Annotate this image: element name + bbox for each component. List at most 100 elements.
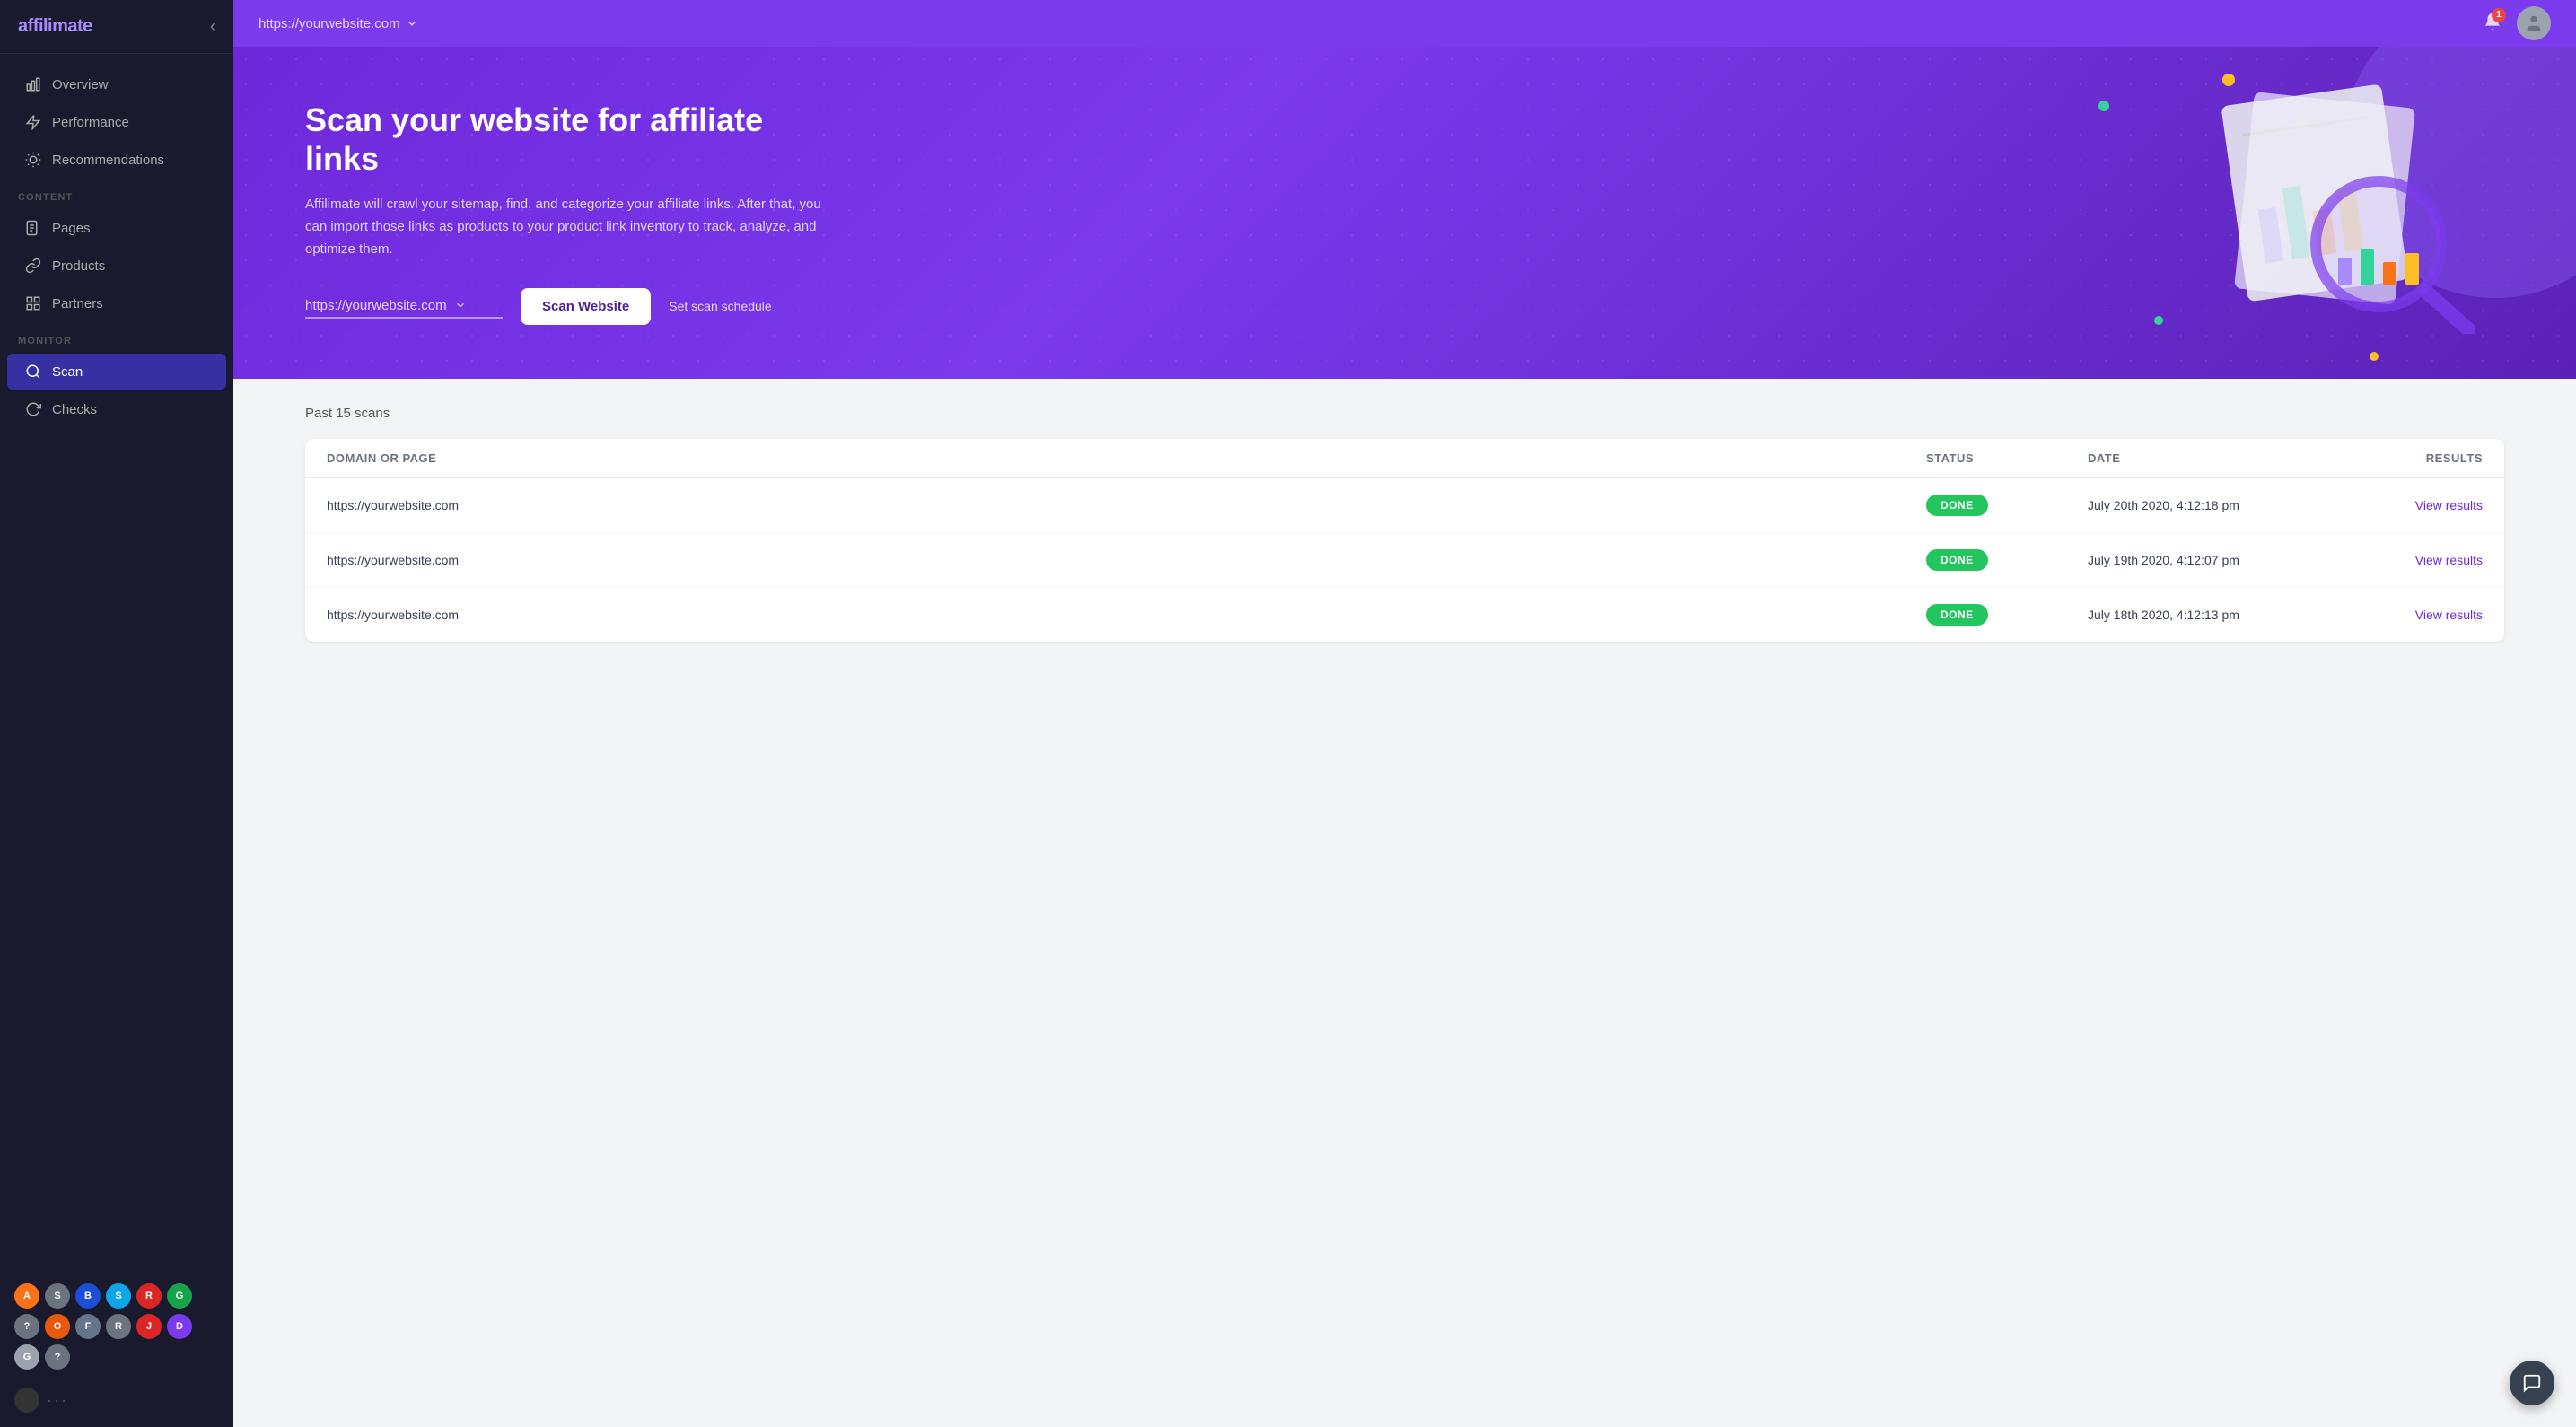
- hero-illustration: [2181, 65, 2486, 338]
- sidebar-item-label: Scan: [52, 364, 83, 380]
- status-badge: DONE: [1926, 495, 1988, 516]
- chevron-down-icon: [454, 299, 467, 311]
- bar-chart-icon: [25, 76, 41, 92]
- sidebar-item-partners[interactable]: Partners: [7, 285, 226, 321]
- sidebar-item-label: Overview: [52, 77, 109, 92]
- sidebar-item-performance[interactable]: Performance: [7, 104, 226, 140]
- hero-url-text: https://yourwebsite.com: [305, 298, 447, 313]
- view-results-link[interactable]: View results: [2415, 608, 2483, 622]
- sidebar-item-overview[interactable]: Overview: [7, 66, 226, 102]
- results-section-title: Past 15 scans: [305, 406, 2504, 421]
- partner-icon-s1[interactable]: S: [45, 1283, 70, 1309]
- table-row: https://yourwebsite.com DONE July 19th 2…: [305, 533, 2504, 588]
- app-logo: affilimate: [18, 16, 92, 37]
- sidebar-item-products[interactable]: Products: [7, 248, 226, 284]
- sidebar-item-label: Products: [52, 258, 105, 274]
- partner-icon-r2[interactable]: R: [106, 1314, 131, 1339]
- hero-dot-yellow2: [2370, 352, 2379, 361]
- sidebar-header: affilimate ‹: [0, 0, 233, 54]
- sun-icon: [25, 152, 41, 168]
- table-row: https://yourwebsite.com DONE July 20th 2…: [305, 478, 2504, 533]
- grid-icon: [25, 295, 41, 311]
- scan-date: July 19th 2020, 4:12:07 pm: [2088, 553, 2321, 567]
- scan-status: DONE: [1926, 495, 2088, 516]
- hero-url-dropdown[interactable]: https://yourwebsite.com: [305, 294, 503, 319]
- scan-status: DONE: [1926, 549, 2088, 571]
- lightning-icon: [25, 114, 41, 130]
- sidebar-item-checks[interactable]: Checks: [7, 391, 226, 427]
- illustration-svg: [2181, 65, 2486, 334]
- partner-icon-orange[interactable]: O: [45, 1314, 70, 1339]
- results-section: Past 15 scans Domain or Page Status Date…: [233, 379, 2576, 1427]
- col-header-status: Status: [1926, 451, 2088, 465]
- topbar-right-controls: 1: [2483, 6, 2551, 40]
- set-scan-schedule-link[interactable]: Set scan schedule: [669, 299, 771, 313]
- view-results-link[interactable]: View results: [2415, 498, 2483, 512]
- more-dots[interactable]: ···: [47, 1391, 68, 1410]
- notification-bell[interactable]: 1: [2483, 12, 2502, 36]
- partner-icon-purple[interactable]: D: [167, 1314, 192, 1339]
- status-badge: DONE: [1926, 604, 1988, 626]
- partner-icon-help2[interactable]: ?: [45, 1344, 70, 1370]
- sidebar-item-scan[interactable]: Scan: [7, 354, 226, 390]
- refresh-icon: [25, 401, 41, 417]
- monitor-section-label: MONITOR: [0, 323, 233, 352]
- topbar-url-selector[interactable]: https://yourwebsite.com: [258, 16, 418, 31]
- col-header-date: Date: [2088, 451, 2321, 465]
- chat-bubble-button[interactable]: [2510, 1361, 2554, 1405]
- col-header-domain: Domain or Page: [327, 451, 1926, 465]
- scan-date: July 20th 2020, 4:12:18 pm: [2088, 498, 2321, 512]
- partner-icon-help1[interactable]: ?: [14, 1314, 39, 1339]
- scan-domain: https://yourwebsite.com: [327, 553, 1926, 567]
- hero-dot-teal2: [2154, 316, 2163, 325]
- bottom-icon-circle: [14, 1388, 39, 1413]
- partner-icon-bold[interactable]: B: [75, 1283, 101, 1309]
- partner-icon-f[interactable]: F: [75, 1314, 101, 1339]
- sidebar-item-label: Performance: [52, 115, 129, 130]
- document-icon: [25, 220, 41, 236]
- partner-icon-green[interactable]: G: [167, 1283, 192, 1309]
- content-section-label: CONTENT: [0, 179, 233, 208]
- table-row: https://yourwebsite.com DONE July 18th 2…: [305, 588, 2504, 642]
- status-badge: DONE: [1926, 549, 1988, 571]
- scan-domain: https://yourwebsite.com: [327, 498, 1926, 512]
- hero-title: Scan your website for affiliate links: [305, 101, 844, 178]
- sidebar-item-pages[interactable]: Pages: [7, 210, 226, 246]
- search-icon: [25, 363, 41, 380]
- sidebar-collapse-button[interactable]: ‹: [210, 17, 215, 36]
- partner-icons-grid: A S B S R G ? O F R J D G ?: [0, 1274, 233, 1379]
- scan-domain: https://yourwebsite.com: [327, 608, 1926, 622]
- scan-date: July 18th 2020, 4:12:13 pm: [2088, 608, 2321, 622]
- partner-icon-skim[interactable]: S: [106, 1283, 131, 1309]
- sidebar-item-recommendations[interactable]: Recommendations: [7, 142, 226, 178]
- topbar: https://yourwebsite.com 1: [233, 0, 2576, 47]
- hero-description: Affilimate will crawl your sitemap, find…: [305, 194, 844, 260]
- sidebar-item-label: Partners: [52, 296, 103, 311]
- sidebar-item-label: Checks: [52, 402, 97, 417]
- hero-controls: https://yourwebsite.com Scan Website Set…: [305, 288, 844, 325]
- main-content: https://yourwebsite.com 1 Scan your webs…: [233, 0, 2576, 1427]
- scan-website-button[interactable]: Scan Website: [521, 288, 651, 325]
- topbar-url-text: https://yourwebsite.com: [258, 16, 400, 31]
- sidebar-nav: Overview Performance Recommendations CON…: [0, 54, 233, 440]
- chat-icon: [2522, 1373, 2542, 1393]
- partner-icon-amazon[interactable]: A: [14, 1283, 39, 1309]
- partner-icon-red[interactable]: R: [136, 1283, 162, 1309]
- scans-table: Domain or Page Status Date Results https…: [305, 439, 2504, 642]
- hero-dot-teal: [2098, 101, 2109, 111]
- partner-icon-jp[interactable]: J: [136, 1314, 162, 1339]
- notification-badge: 1: [2492, 8, 2506, 22]
- hero-content: Scan your website for affiliate links Af…: [305, 101, 844, 325]
- scan-status: DONE: [1926, 604, 2088, 626]
- link-icon: [25, 258, 41, 274]
- sidebar-bottom: ···: [0, 1379, 233, 1427]
- table-header: Domain or Page Status Date Results: [305, 439, 2504, 478]
- col-header-results: Results: [2321, 451, 2483, 465]
- user-avatar[interactable]: [2517, 6, 2551, 40]
- hero-section: Scan your website for affiliate links Af…: [233, 47, 2576, 379]
- partner-icon-gray[interactable]: G: [14, 1344, 39, 1370]
- view-results-link[interactable]: View results: [2415, 553, 2483, 567]
- sidebar-item-label: Recommendations: [52, 153, 164, 168]
- chevron-down-icon: [406, 17, 418, 30]
- sidebar: affilimate ‹ Overview Performance Recomm…: [0, 0, 233, 1427]
